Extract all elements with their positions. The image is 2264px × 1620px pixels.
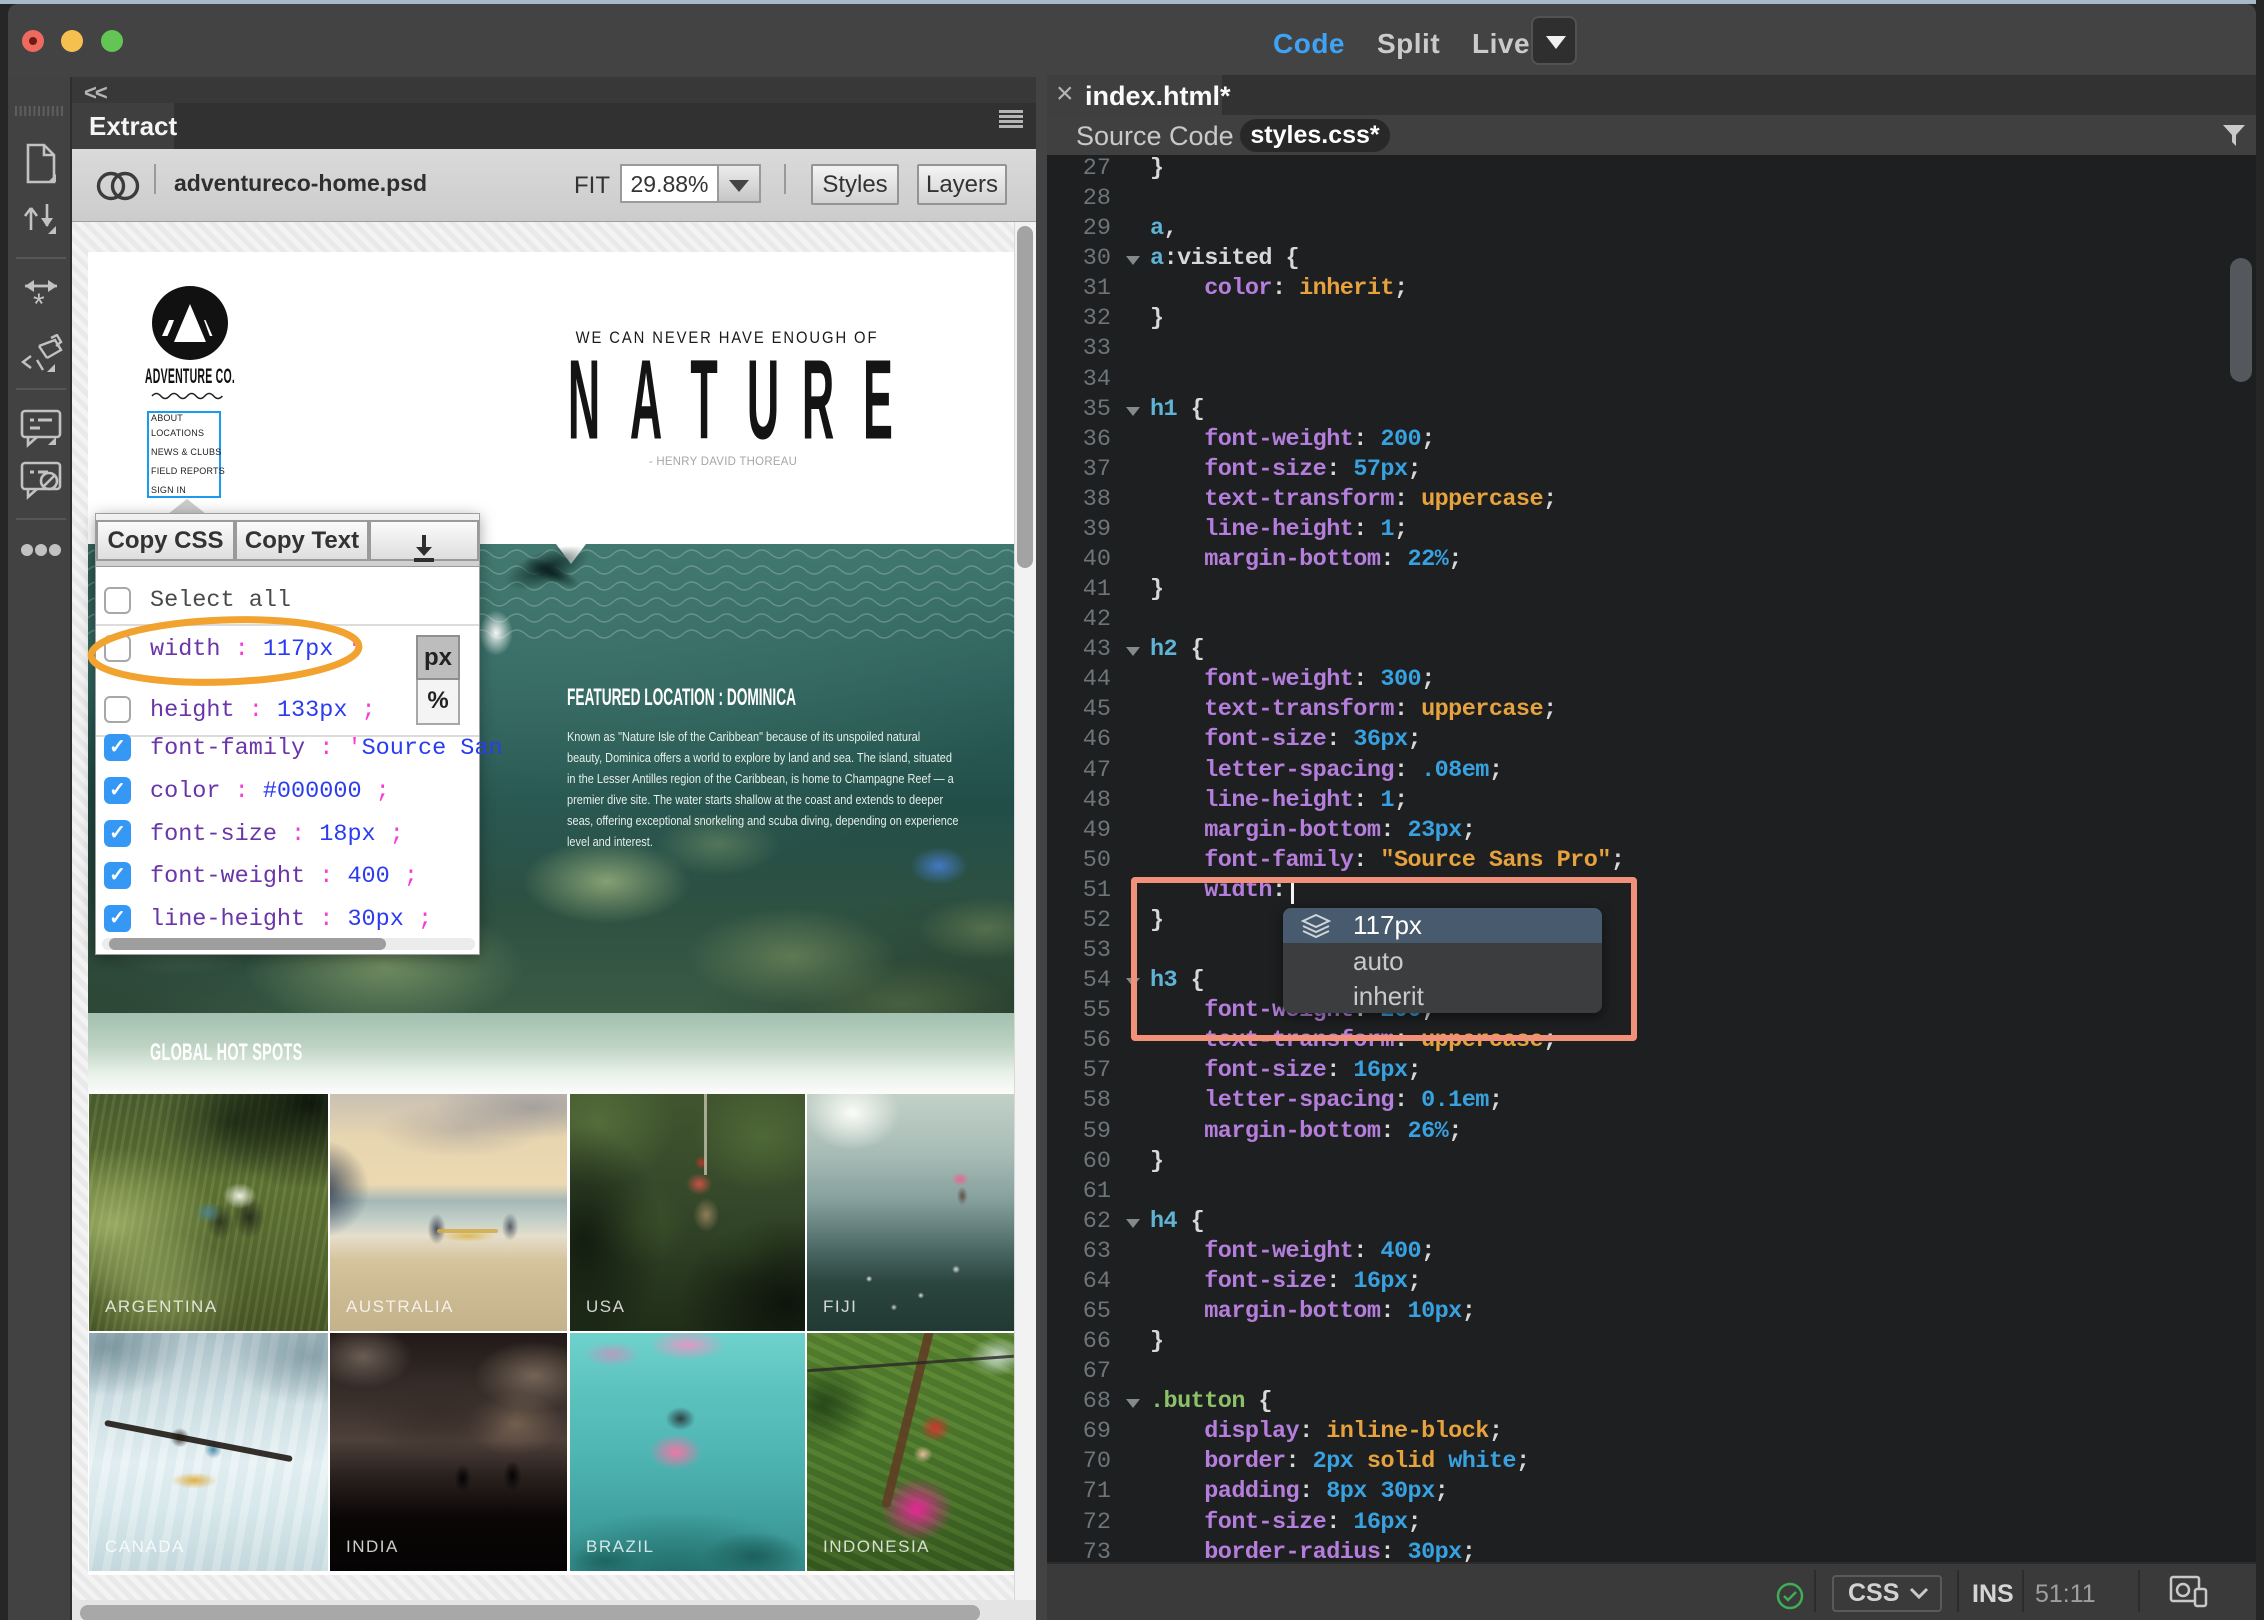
- svg-text:*: *: [33, 288, 45, 318]
